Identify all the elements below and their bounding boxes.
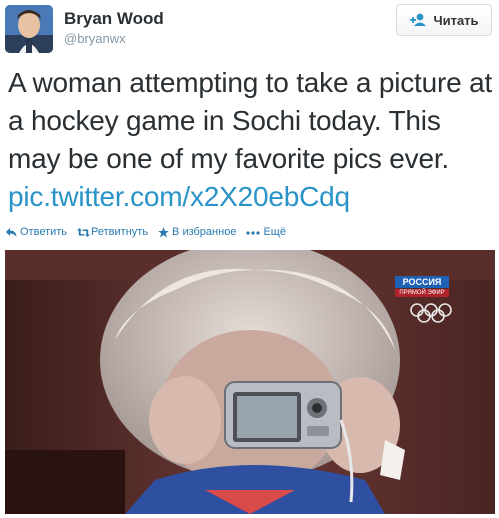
- more-action[interactable]: Ещё: [246, 226, 286, 238]
- follow-user-icon: [409, 13, 427, 27]
- reply-icon: [6, 227, 17, 238]
- user-handle[interactable]: @bryanwx: [64, 31, 126, 46]
- retweet-action[interactable]: Ретвитнуть: [77, 226, 148, 238]
- more-icon: [246, 227, 261, 238]
- tweet-actions: Ответить Ретвитнуть В избранное Ещё: [6, 224, 286, 240]
- retweet-label: Ретвитнуть: [91, 226, 149, 238]
- user-name[interactable]: Bryan Wood: [64, 9, 164, 29]
- tv-channel-logo: РОССИЯ ПРЯМОЙ ЭФИР: [395, 276, 449, 297]
- favorite-action[interactable]: В избранное: [158, 226, 236, 238]
- retweet-icon: [77, 227, 91, 238]
- favorite-label: В избранное: [172, 226, 237, 238]
- tweet-body: A woman attempting to take a picture at …: [8, 67, 493, 174]
- follow-button[interactable]: Читать: [396, 4, 492, 36]
- reply-action[interactable]: Ответить: [6, 226, 67, 238]
- tweet-text: A woman attempting to take a picture at …: [8, 64, 494, 216]
- tweet-photo-link[interactable]: pic.twitter.com/x2X20ebCdq: [8, 181, 350, 212]
- channel-name: РОССИЯ: [395, 276, 449, 288]
- avatar[interactable]: [5, 5, 53, 53]
- follow-button-label: Читать: [433, 12, 479, 28]
- channel-live-label: ПРЯМОЙ ЭФИР: [395, 289, 449, 297]
- more-label: Ещё: [263, 226, 286, 238]
- reply-label: Ответить: [20, 226, 68, 238]
- tweet-photo[interactable]: РОССИЯ ПРЯМОЙ ЭФИР: [5, 250, 495, 514]
- star-icon: [158, 226, 169, 238]
